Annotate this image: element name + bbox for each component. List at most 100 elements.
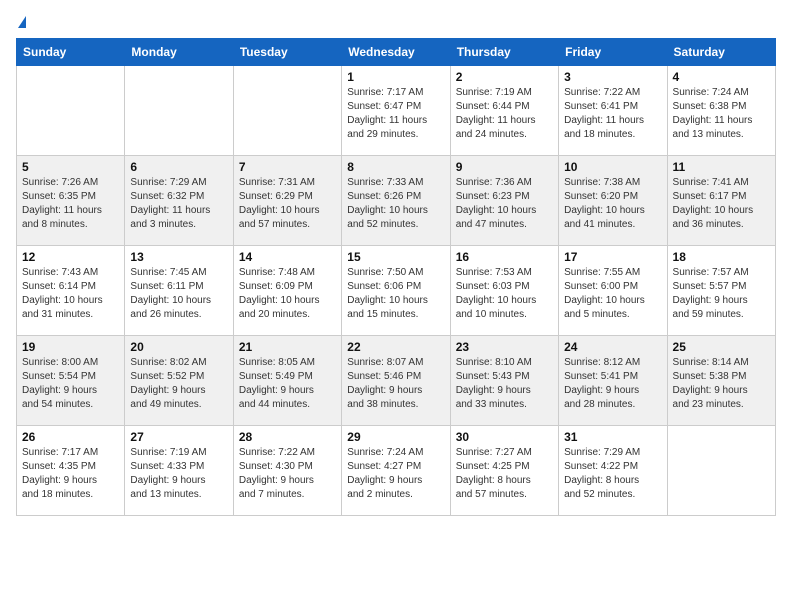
calendar-day-2: 2 Sunrise: 7:19 AM Sunset: 6:44 PM Daylig… — [450, 66, 558, 156]
day-info: Sunrise: 8:00 AM Sunset: 5:54 PM Dayligh… — [22, 356, 119, 412]
day-info: Sunrise: 7:57 AM Sunset: 5:57 PM Dayligh… — [673, 266, 770, 322]
weekday-header-thursday: Thursday — [450, 39, 558, 66]
day-info: Sunrise: 7:43 AM Sunset: 6:14 PM Dayligh… — [22, 266, 119, 322]
calendar-day-17: 17 Sunrise: 7:55 AM Sunset: 6:00 PM Dayli… — [559, 246, 667, 336]
calendar-day-1: 1 Sunrise: 7:17 AM Sunset: 6:47 PM Daylig… — [342, 66, 450, 156]
calendar-day-20: 20 Sunrise: 8:02 AM Sunset: 5:52 PM Dayli… — [125, 336, 233, 426]
calendar-day-26: 26 Sunrise: 7:17 AM Sunset: 4:35 PM Dayli… — [17, 426, 125, 516]
calendar-empty-cell — [667, 426, 775, 516]
day-info: Sunrise: 8:05 AM Sunset: 5:49 PM Dayligh… — [239, 356, 336, 412]
calendar-day-6: 6Sunrise: 7:29 AM Sunset: 6:32 PM Daylig… — [125, 156, 233, 246]
day-number: 28 — [239, 430, 336, 444]
day-info: Sunrise: 8:07 AM Sunset: 5:46 PM Dayligh… — [347, 356, 444, 412]
logo — [16, 16, 26, 28]
day-info: Sunrise: 7:53 AM Sunset: 6:03 PM Dayligh… — [456, 266, 553, 322]
day-number: 25 — [673, 340, 770, 354]
day-number: 6 — [130, 160, 227, 174]
day-info: Sunrise: 7:50 AM Sunset: 6:06 PM Dayligh… — [347, 266, 444, 322]
day-number: 13 — [130, 250, 227, 264]
calendar-day-3: 3Sunrise: 7:22 AM Sunset: 6:41 PM Daylig… — [559, 66, 667, 156]
day-info: Sunrise: 7:17 AM Sunset: 6:47 PM Dayligh… — [347, 86, 444, 142]
day-number: 30 — [456, 430, 553, 444]
calendar-day-14: 14 Sunrise: 7:48 AM Sunset: 6:09 PM Dayli… — [233, 246, 341, 336]
day-info: Sunrise: 7:19 AM Sunset: 6:44 PM Dayligh… — [456, 86, 553, 142]
calendar-day-19: 19 Sunrise: 8:00 AM Sunset: 5:54 PM Dayli… — [17, 336, 125, 426]
day-number: 10 — [564, 160, 661, 174]
calendar-week-row: 1 Sunrise: 7:17 AM Sunset: 6:47 PM Daylig… — [17, 66, 776, 156]
calendar-empty-cell — [233, 66, 341, 156]
calendar-day-24: 24 Sunrise: 8:12 AM Sunset: 5:41 PM Dayli… — [559, 336, 667, 426]
page-header — [16, 16, 776, 28]
calendar-empty-cell — [17, 66, 125, 156]
day-info: Sunrise: 7:33 AM Sunset: 6:26 PM Dayligh… — [347, 176, 444, 232]
logo-triangle-icon — [18, 16, 26, 28]
day-number: 1 — [347, 70, 444, 84]
day-info: Sunrise: 7:29 AM Sunset: 4:22 PM Dayligh… — [564, 446, 661, 502]
weekday-header-saturday: Saturday — [667, 39, 775, 66]
day-info: Sunrise: 7:48 AM Sunset: 6:09 PM Dayligh… — [239, 266, 336, 322]
calendar-day-23: 23Sunrise: 8:10 AM Sunset: 5:43 PM Dayli… — [450, 336, 558, 426]
day-number: 24 — [564, 340, 661, 354]
calendar-day-11: 11Sunrise: 7:41 AM Sunset: 6:17 PM Dayli… — [667, 156, 775, 246]
day-info: Sunrise: 7:19 AM Sunset: 4:33 PM Dayligh… — [130, 446, 227, 502]
calendar-week-row: 12 Sunrise: 7:43 AM Sunset: 6:14 PM Dayli… — [17, 246, 776, 336]
weekday-header-monday: Monday — [125, 39, 233, 66]
calendar-day-8: 8 Sunrise: 7:33 AM Sunset: 6:26 PM Daylig… — [342, 156, 450, 246]
calendar-day-29: 29Sunrise: 7:24 AM Sunset: 4:27 PM Dayli… — [342, 426, 450, 516]
day-info: Sunrise: 7:38 AM Sunset: 6:20 PM Dayligh… — [564, 176, 661, 232]
calendar-day-21: 21Sunrise: 8:05 AM Sunset: 5:49 PM Dayli… — [233, 336, 341, 426]
calendar-day-15: 15 Sunrise: 7:50 AM Sunset: 6:06 PM Dayli… — [342, 246, 450, 336]
day-number: 7 — [239, 160, 336, 174]
weekday-header-tuesday: Tuesday — [233, 39, 341, 66]
calendar-day-12: 12 Sunrise: 7:43 AM Sunset: 6:14 PM Dayli… — [17, 246, 125, 336]
day-info: Sunrise: 8:02 AM Sunset: 5:52 PM Dayligh… — [130, 356, 227, 412]
calendar-day-9: 9 Sunrise: 7:36 AM Sunset: 6:23 PM Daylig… — [450, 156, 558, 246]
day-number: 29 — [347, 430, 444, 444]
day-number: 9 — [456, 160, 553, 174]
day-info: Sunrise: 7:17 AM Sunset: 4:35 PM Dayligh… — [22, 446, 119, 502]
day-number: 31 — [564, 430, 661, 444]
weekday-header-friday: Friday — [559, 39, 667, 66]
day-number: 11 — [673, 160, 770, 174]
day-number: 18 — [673, 250, 770, 264]
calendar-week-row: 5 Sunrise: 7:26 AM Sunset: 6:35 PM Daylig… — [17, 156, 776, 246]
calendar-day-31: 31 Sunrise: 7:29 AM Sunset: 4:22 PM Dayli… — [559, 426, 667, 516]
calendar-day-27: 27Sunrise: 7:19 AM Sunset: 4:33 PM Dayli… — [125, 426, 233, 516]
day-number: 2 — [456, 70, 553, 84]
day-info: Sunrise: 7:24 AM Sunset: 6:38 PM Dayligh… — [673, 86, 770, 142]
day-number: 19 — [22, 340, 119, 354]
weekday-header-row: SundayMondayTuesdayWednesdayThursdayFrid… — [17, 39, 776, 66]
day-number: 5 — [22, 160, 119, 174]
day-info: Sunrise: 7:31 AM Sunset: 6:29 PM Dayligh… — [239, 176, 336, 232]
day-number: 22 — [347, 340, 444, 354]
calendar-day-16: 16 Sunrise: 7:53 AM Sunset: 6:03 PM Dayli… — [450, 246, 558, 336]
calendar-day-4: 4Sunrise: 7:24 AM Sunset: 6:38 PM Daylig… — [667, 66, 775, 156]
day-number: 12 — [22, 250, 119, 264]
day-info: Sunrise: 7:27 AM Sunset: 4:25 PM Dayligh… — [456, 446, 553, 502]
calendar-day-10: 10 Sunrise: 7:38 AM Sunset: 6:20 PM Dayli… — [559, 156, 667, 246]
calendar-day-18: 18 Sunrise: 7:57 AM Sunset: 5:57 PM Dayli… — [667, 246, 775, 336]
day-number: 26 — [22, 430, 119, 444]
calendar-day-5: 5 Sunrise: 7:26 AM Sunset: 6:35 PM Daylig… — [17, 156, 125, 246]
day-number: 17 — [564, 250, 661, 264]
calendar-day-25: 25 Sunrise: 8:14 AM Sunset: 5:38 PM Dayli… — [667, 336, 775, 426]
day-info: Sunrise: 7:26 AM Sunset: 6:35 PM Dayligh… — [22, 176, 119, 232]
day-info: Sunrise: 7:36 AM Sunset: 6:23 PM Dayligh… — [456, 176, 553, 232]
calendar-week-row: 26 Sunrise: 7:17 AM Sunset: 4:35 PM Dayli… — [17, 426, 776, 516]
calendar-day-22: 22 Sunrise: 8:07 AM Sunset: 5:46 PM Dayli… — [342, 336, 450, 426]
calendar-table: SundayMondayTuesdayWednesdayThursdayFrid… — [16, 38, 776, 516]
day-number: 14 — [239, 250, 336, 264]
calendar-day-28: 28Sunrise: 7:22 AM Sunset: 4:30 PM Dayli… — [233, 426, 341, 516]
day-number: 20 — [130, 340, 227, 354]
day-info: Sunrise: 7:22 AM Sunset: 6:41 PM Dayligh… — [564, 86, 661, 142]
day-info: Sunrise: 7:45 AM Sunset: 6:11 PM Dayligh… — [130, 266, 227, 322]
day-info: Sunrise: 8:12 AM Sunset: 5:41 PM Dayligh… — [564, 356, 661, 412]
day-number: 8 — [347, 160, 444, 174]
weekday-header-wednesday: Wednesday — [342, 39, 450, 66]
day-info: Sunrise: 7:55 AM Sunset: 6:00 PM Dayligh… — [564, 266, 661, 322]
day-number: 16 — [456, 250, 553, 264]
calendar-week-row: 19 Sunrise: 8:00 AM Sunset: 5:54 PM Dayli… — [17, 336, 776, 426]
day-number: 15 — [347, 250, 444, 264]
day-info: Sunrise: 8:14 AM Sunset: 5:38 PM Dayligh… — [673, 356, 770, 412]
calendar-day-30: 30 Sunrise: 7:27 AM Sunset: 4:25 PM Dayli… — [450, 426, 558, 516]
